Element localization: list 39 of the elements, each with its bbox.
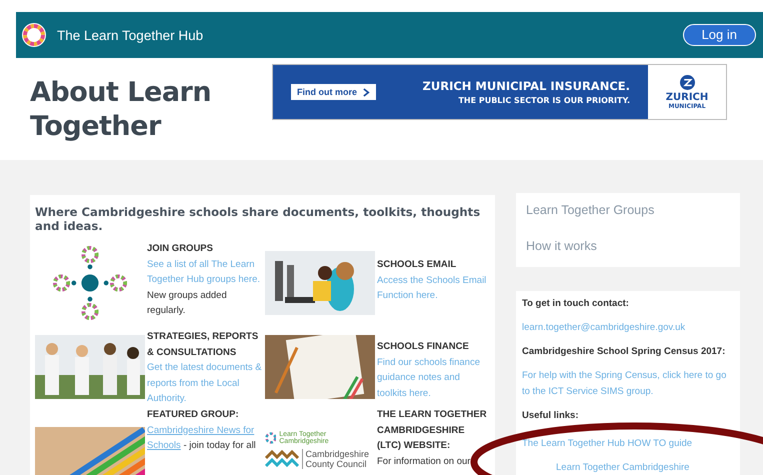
zurich-logo-icon	[680, 74, 694, 90]
intro-heading: Where Cambridgeshire schools share documents, toolkits, thoughts and ideas.	[35, 205, 482, 233]
feature-link[interactable]: Find our schools finance guidance notes and toolkits here.	[377, 354, 490, 402]
hub-diagram-icon	[52, 245, 128, 321]
feature-text: For information on our	[377, 456, 470, 467]
contact-label: Useful links:	[522, 409, 580, 423]
find-out-more-button[interactable]: Find out more	[291, 84, 376, 100]
feature-text: - join today for all	[182, 440, 256, 452]
feature-title: THE LEARN TOGETHER CAMBRIDGESHIRE (LTC) WEBSITE:	[377, 408, 488, 454]
contact-label: Cambridgeshire School Spring Census 2017:	[522, 345, 726, 359]
feature-title: STRATEGIES, REPORTS & CONSULTATIONS	[147, 330, 260, 360]
ring-logo-icon	[264, 432, 276, 444]
nav-link[interactable]: Learn Together Groups	[526, 203, 730, 217]
ad-tagline: THE PUBLIC SECTOR IS OUR PRIORITY.	[458, 96, 630, 105]
login-button[interactable]: Log in	[682, 24, 756, 46]
contact-link[interactable]: For help with the Spring Census, click here to go to the ICT Service SIMS group.	[522, 368, 734, 400]
feature-link[interactable]: Access the Schools Email Function here.	[377, 272, 490, 304]
contact-label: To get in touch contact:	[522, 297, 630, 311]
contact-link[interactable]: Learn Together Cambridgeshire	[522, 460, 734, 475]
contact-link[interactable]: learn.together@cambridgeshire.gov.uk	[522, 320, 734, 336]
ad-headline: ZURICH MUNICIPAL INSURANCE.	[422, 79, 630, 93]
feature-link[interactable]: Get the latest documents & reports from the Local Authority.	[147, 360, 265, 407]
feature-text: New groups added regularly.	[147, 288, 228, 318]
feature-title: SCHOOLS FINANCE	[377, 340, 470, 354]
chevron-icon	[363, 88, 370, 96]
logo-wordmark: ZURICH	[666, 92, 708, 102]
feature-link[interactable]: Cambridgeshire News for	[147, 422, 265, 438]
waves-logo-icon	[264, 449, 298, 469]
logo-text: Cambridgeshire County Council	[302, 449, 376, 469]
feature-link[interactable]: See a list of all The Learn Together Hub groups here.	[147, 256, 265, 288]
logo-icon	[21, 22, 47, 48]
feature-title: FEATURED GROUP:	[147, 408, 240, 422]
page-title: About Learn Together	[30, 76, 212, 144]
feature-link[interactable]: Schools	[147, 440, 181, 452]
nav-link[interactable]: How it works	[526, 239, 730, 253]
site-name[interactable]: The Learn Together Hub	[57, 28, 204, 42]
feature-title: JOIN GROUPS	[147, 242, 214, 256]
contact-link[interactable]: The Learn Together Hub HOW TO guide	[522, 436, 734, 452]
feature-title: SCHOOLS EMAIL	[377, 258, 458, 272]
